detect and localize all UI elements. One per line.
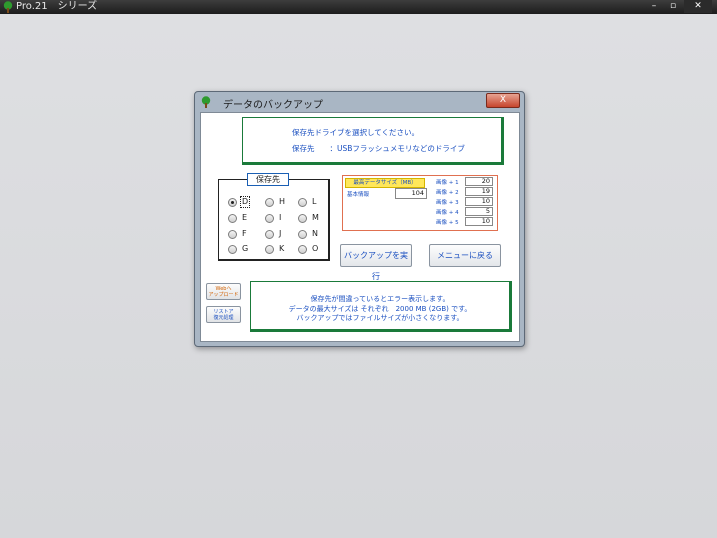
- drive-label: G: [242, 244, 249, 253]
- tree-icon: [201, 96, 211, 108]
- drive-label: F: [242, 229, 247, 238]
- dialog-titlebar[interactable]: データのバックアップ X: [195, 92, 524, 112]
- radio-dot: [265, 245, 274, 254]
- drive-label: N: [312, 229, 318, 238]
- app-titlebar: Pro.21 シリーズ – ▫ ✕: [0, 0, 717, 14]
- tree-icon: [3, 1, 13, 13]
- dialog-content: 保存先ドライブを選択してください。 保存先 ：USBフラッシュメモリなどのドライ…: [200, 112, 520, 342]
- app-title: Pro.21 シリーズ: [16, 1, 98, 12]
- image-size-value: 20: [465, 177, 493, 186]
- radio-dot: [228, 230, 237, 239]
- data-size-panel: 最高データサイズ（MB） 基本情報 104 画像 + 1 20 画像 + 2 1…: [342, 175, 498, 231]
- upload-line-2: アップロード: [208, 292, 239, 298]
- image-size-label: 画像 + 3: [436, 200, 459, 206]
- radio-dot: [298, 245, 307, 254]
- close-app-button[interactable]: ✕: [684, 0, 712, 13]
- instruction-line-2: 保存先 ：USBフラッシュメモリなどのドライブ: [292, 144, 465, 153]
- radio-dot: [265, 214, 274, 223]
- instruction-panel: 保存先ドライブを選択してください。 保存先 ：USBフラッシュメモリなどのドライ…: [242, 117, 504, 165]
- image-size-label: 画像 + 5: [436, 220, 459, 226]
- web-upload-button[interactable]: Webへ アップロード: [206, 283, 241, 300]
- back-to-menu-button[interactable]: メニューに戻る: [429, 244, 501, 267]
- notice-panel: 保存先が間違っているとエラー表示します。 データの最大サイズは それぞれ 200…: [250, 281, 512, 332]
- radio-dot: [265, 230, 274, 239]
- radio-dot: [228, 198, 237, 207]
- basic-info-label: 基本情報: [347, 192, 370, 198]
- drive-label: I: [279, 213, 282, 222]
- radio-dot: [298, 198, 307, 207]
- image-size-value: 10: [465, 197, 493, 206]
- image-size-label: 画像 + 2: [436, 190, 459, 196]
- image-size-value: 19: [465, 187, 493, 196]
- drive-group-label: 保存先: [247, 173, 289, 186]
- radio-dot: [228, 214, 237, 223]
- restore-button[interactable]: リストア 復元処理: [206, 306, 241, 323]
- dialog-close-button[interactable]: X: [486, 93, 520, 108]
- instruction-line-1: 保存先ドライブを選択してください。: [292, 128, 420, 137]
- backup-dialog: データのバックアップ X 保存先ドライブを選択してください。 保存先 ：USBフ…: [194, 91, 525, 347]
- image-size-value: 10: [465, 217, 493, 226]
- image-size-value: 5: [465, 207, 493, 216]
- radio-dot: [228, 245, 237, 254]
- drive-label: E: [242, 213, 248, 222]
- radio-dot: [298, 230, 307, 239]
- notice-line-1: 保存先が間違っているとエラー表示します。: [310, 295, 450, 303]
- drive-label: O: [312, 244, 319, 253]
- minimize-button[interactable]: –: [645, 0, 663, 13]
- radio-dot: [265, 198, 274, 207]
- drive-label: K: [279, 244, 285, 253]
- maximize-button[interactable]: ▫: [664, 0, 682, 13]
- image-size-label: 画像 + 1: [436, 180, 459, 186]
- dialog-title: データのバックアップ: [223, 100, 323, 111]
- drive-label: H: [279, 197, 286, 206]
- data-size-header: 最高データサイズ（MB）: [345, 178, 425, 188]
- basic-info-value: 104: [395, 188, 427, 199]
- drive-label: M: [312, 213, 319, 222]
- drive-label: J: [279, 229, 282, 238]
- drive-label: L: [312, 197, 317, 206]
- drive-label: D: [239, 196, 251, 208]
- radio-dot: [298, 214, 307, 223]
- notice-line-3: バックアップではファイルサイズが小さくなります。: [296, 314, 464, 322]
- image-size-label: 画像 + 4: [436, 210, 459, 216]
- restore-line-2: 復元処理: [213, 315, 234, 321]
- run-backup-button[interactable]: バックアップを実行: [340, 244, 412, 281]
